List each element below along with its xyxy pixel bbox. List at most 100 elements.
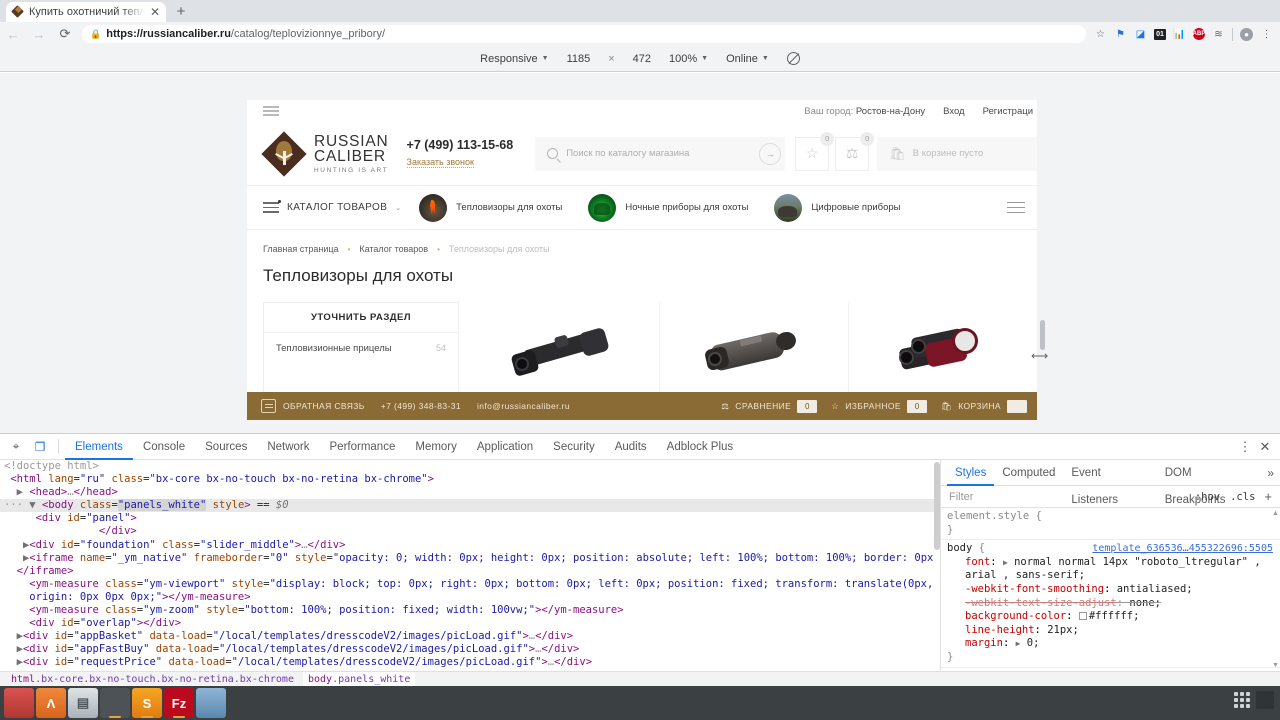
tab-styles[interactable]: Styles xyxy=(947,460,994,486)
favorites-icon[interactable]: ☆ 0 xyxy=(795,131,835,171)
dom-line[interactable]: ▶<div id="requestPrice" data-load="/loca… xyxy=(0,656,940,669)
style-rule-element-style[interactable]: element.style { } xyxy=(941,508,1280,541)
zoom-select[interactable]: 100% ▼ xyxy=(660,53,717,65)
dom-line[interactable]: ▶<iframe name="_ym_native" frameborder="… xyxy=(0,552,940,565)
dom-line[interactable]: <ym-measure class="ym-zoom" style="botto… xyxy=(0,604,940,617)
bottom-compare-button[interactable]: ⚖ СРАВНЕНИЕ 0 xyxy=(721,399,818,413)
address-bar[interactable]: 🔒 https://russiancaliber.ru/catalog/tepl… xyxy=(82,25,1086,43)
calendar-01-icon[interactable]: 01 xyxy=(1154,28,1166,40)
decl-value[interactable]: antialiased; xyxy=(1117,583,1193,595)
device-select[interactable]: Responsive ▼ xyxy=(471,53,557,65)
decl-prop[interactable]: -webkit-font-smoothing xyxy=(965,583,1104,595)
viewport-width-input[interactable]: 1185 xyxy=(558,53,600,65)
dom-line[interactable]: origin: 0px 0px 0px;"></ym-measure> xyxy=(0,591,940,604)
adblock-icon[interactable]: ABP xyxy=(1193,28,1205,40)
style-rule-body[interactable]: body {template_636536…455322696:5505 fon… xyxy=(941,540,1280,668)
tab-memory[interactable]: Memory xyxy=(405,434,467,460)
color-swatch[interactable] xyxy=(1078,612,1087,621)
dom-line[interactable]: </iframe> xyxy=(0,565,940,578)
app-grid-icon[interactable] xyxy=(1234,692,1250,708)
tab-adblock-plus[interactable]: Adblock Plus xyxy=(657,434,743,460)
throttling-select[interactable]: Online ▼ xyxy=(717,53,778,65)
flag-icon[interactable]: ⚑ xyxy=(1114,28,1127,41)
site-logo[interactable]: RUSSIAN CALIBER HUNTING IS ART xyxy=(261,130,389,177)
dom-line[interactable]: <ym-measure class="ym-viewport" style="d… xyxy=(0,578,940,591)
cls-toggle[interactable]: .cls xyxy=(1225,491,1260,503)
dom-line[interactable]: ▶<div id="appBasket" data-load="/local/t… xyxy=(0,630,940,643)
profile-avatar-icon[interactable]: ● xyxy=(1240,27,1253,41)
decl-value[interactable]: none; xyxy=(1129,597,1161,609)
ccleaner-app-icon[interactable] xyxy=(4,688,34,718)
tab-computed[interactable]: Computed xyxy=(994,460,1063,486)
dom-line[interactable]: ▶<div id="foundation" class="slider_midd… xyxy=(0,539,940,552)
inspect-element-icon[interactable]: ⌖ xyxy=(4,435,28,459)
styles-filter-input[interactable]: Filter xyxy=(949,491,1190,503)
tab-network[interactable]: Network xyxy=(257,434,319,460)
extensions-icon[interactable]: ≋ xyxy=(1212,28,1225,41)
chrome-app-icon[interactable] xyxy=(100,688,130,718)
menu-kebab-icon[interactable]: ⋮ xyxy=(1260,28,1273,41)
no-throttle-icon[interactable] xyxy=(778,52,809,65)
tab-console[interactable]: Console xyxy=(133,434,195,460)
tab-event-listeners[interactable]: Event Listeners xyxy=(1063,460,1156,506)
decl-prop[interactable]: -webkit-text-size-adjust xyxy=(965,597,1117,609)
bottom-bar-phone[interactable]: +7 (499) 348-83-31 xyxy=(381,401,461,411)
search-submit-button[interactable]: → xyxy=(759,142,782,165)
star-icon[interactable]: ☆ xyxy=(1094,28,1107,41)
dom-line-selected[interactable]: ··· ▼ <body class="panels_white" style> … xyxy=(0,499,940,513)
decl-value[interactable]: #ffffff; xyxy=(1089,610,1140,622)
callback-link[interactable]: Заказать звонок xyxy=(406,157,474,168)
breadcrumb-html[interactable]: html.bx-core.bx-no-touch.bx-no-retina.bx… xyxy=(6,672,299,687)
search-input[interactable]: Поиск по каталогу магазина → xyxy=(535,136,786,171)
reload-button[interactable]: ⟳ xyxy=(52,22,78,46)
dom-line[interactable]: <div id="panel"> xyxy=(0,512,940,525)
bottom-cart-button[interactable]: 🛍 КОРЗИНА xyxy=(941,399,1027,413)
dom-line[interactable]: <div id="overlap"></div> xyxy=(0,617,940,630)
decl-value[interactable]: 21px; xyxy=(1047,624,1079,636)
decl-value[interactable]: normal normal 14px "roboto_ltregular" , … xyxy=(965,556,1267,582)
city-selector[interactable]: Ваш город: Ростов-на-Дону xyxy=(804,106,925,117)
nav-more-menu-icon[interactable] xyxy=(1007,201,1025,214)
cart-widget[interactable]: 🛍 В корзине пусто xyxy=(877,136,1037,171)
pocket-icon[interactable]: ◪ xyxy=(1134,28,1147,41)
dom-tree-pane[interactable]: <!doctype html> <html lang="ru" class="b… xyxy=(0,460,940,672)
decl-value[interactable]: 0; xyxy=(1027,637,1040,649)
bottom-bar-email[interactable]: info@russiancaliber.ru xyxy=(477,401,570,411)
feedback-button[interactable]: ОБРАТНАЯ СВЯЗЬ xyxy=(261,399,365,413)
toggle-device-toolbar-icon[interactable]: ❐ xyxy=(28,435,52,459)
new-style-rule-button[interactable]: + xyxy=(1260,489,1276,504)
back-button[interactable]: ← xyxy=(0,22,26,46)
browser-tab[interactable]: Купить охотничий тепло ✕ xyxy=(6,2,166,22)
dom-line[interactable]: ▶<div id="appFastBuy" data-load="/local/… xyxy=(0,643,940,656)
filezilla-app-icon[interactable]: Fz xyxy=(164,688,194,718)
viewport-resize-handle-right[interactable] xyxy=(1040,320,1045,350)
tab-close-icon[interactable]: ✕ xyxy=(150,6,160,18)
header-phone[interactable]: +7 (499) 113-15-68 xyxy=(407,138,514,152)
breadcrumb-item-catalog[interactable]: Каталог товаров xyxy=(359,244,428,254)
devtools-close-icon[interactable]: ✕ xyxy=(1256,439,1274,455)
sublime-text-app-icon[interactable]: S xyxy=(132,688,162,718)
register-link[interactable]: Регистраци xyxy=(983,106,1033,117)
file-manager-app-icon[interactable]: ▤ xyxy=(68,688,98,718)
tab-performance[interactable]: Performance xyxy=(320,434,406,460)
decl-prop[interactable]: background-color xyxy=(965,610,1066,622)
login-link[interactable]: Вход xyxy=(943,106,965,117)
styles-scrollbar[interactable]: ▲ ▼ xyxy=(1272,510,1279,670)
new-tab-button[interactable]: + xyxy=(172,3,190,21)
viewport-height-input[interactable]: 472 xyxy=(624,53,660,65)
dom-line[interactable]: <!doctype html> xyxy=(0,460,940,473)
catalog-menu-button[interactable]: КАТАЛОГ ТОВАРОВ ⌄ xyxy=(263,200,401,213)
nav-item-digital[interactable]: Цифровые приборы xyxy=(774,193,926,222)
nav-item-night-vision[interactable]: Ночные приборы для охоты xyxy=(588,193,774,222)
dom-line[interactable]: </div> xyxy=(0,525,940,538)
styles-more-tabs-icon[interactable]: » xyxy=(1261,466,1280,480)
tab-dom-breakpoints[interactable]: DOM Breakpoints xyxy=(1157,460,1262,506)
hamburger-icon[interactable] xyxy=(263,106,279,116)
decl-prop[interactable]: margin xyxy=(965,637,1003,649)
disk-utility-app-icon[interactable] xyxy=(196,688,226,718)
decl-prop[interactable]: line-height xyxy=(965,624,1035,636)
tab-security[interactable]: Security xyxy=(543,434,605,460)
tab-sources[interactable]: Sources xyxy=(195,434,257,460)
devtools-menu-kebab-icon[interactable]: ⋮ xyxy=(1236,439,1254,455)
breadcrumb-body[interactable]: body.panels_white xyxy=(302,671,416,687)
